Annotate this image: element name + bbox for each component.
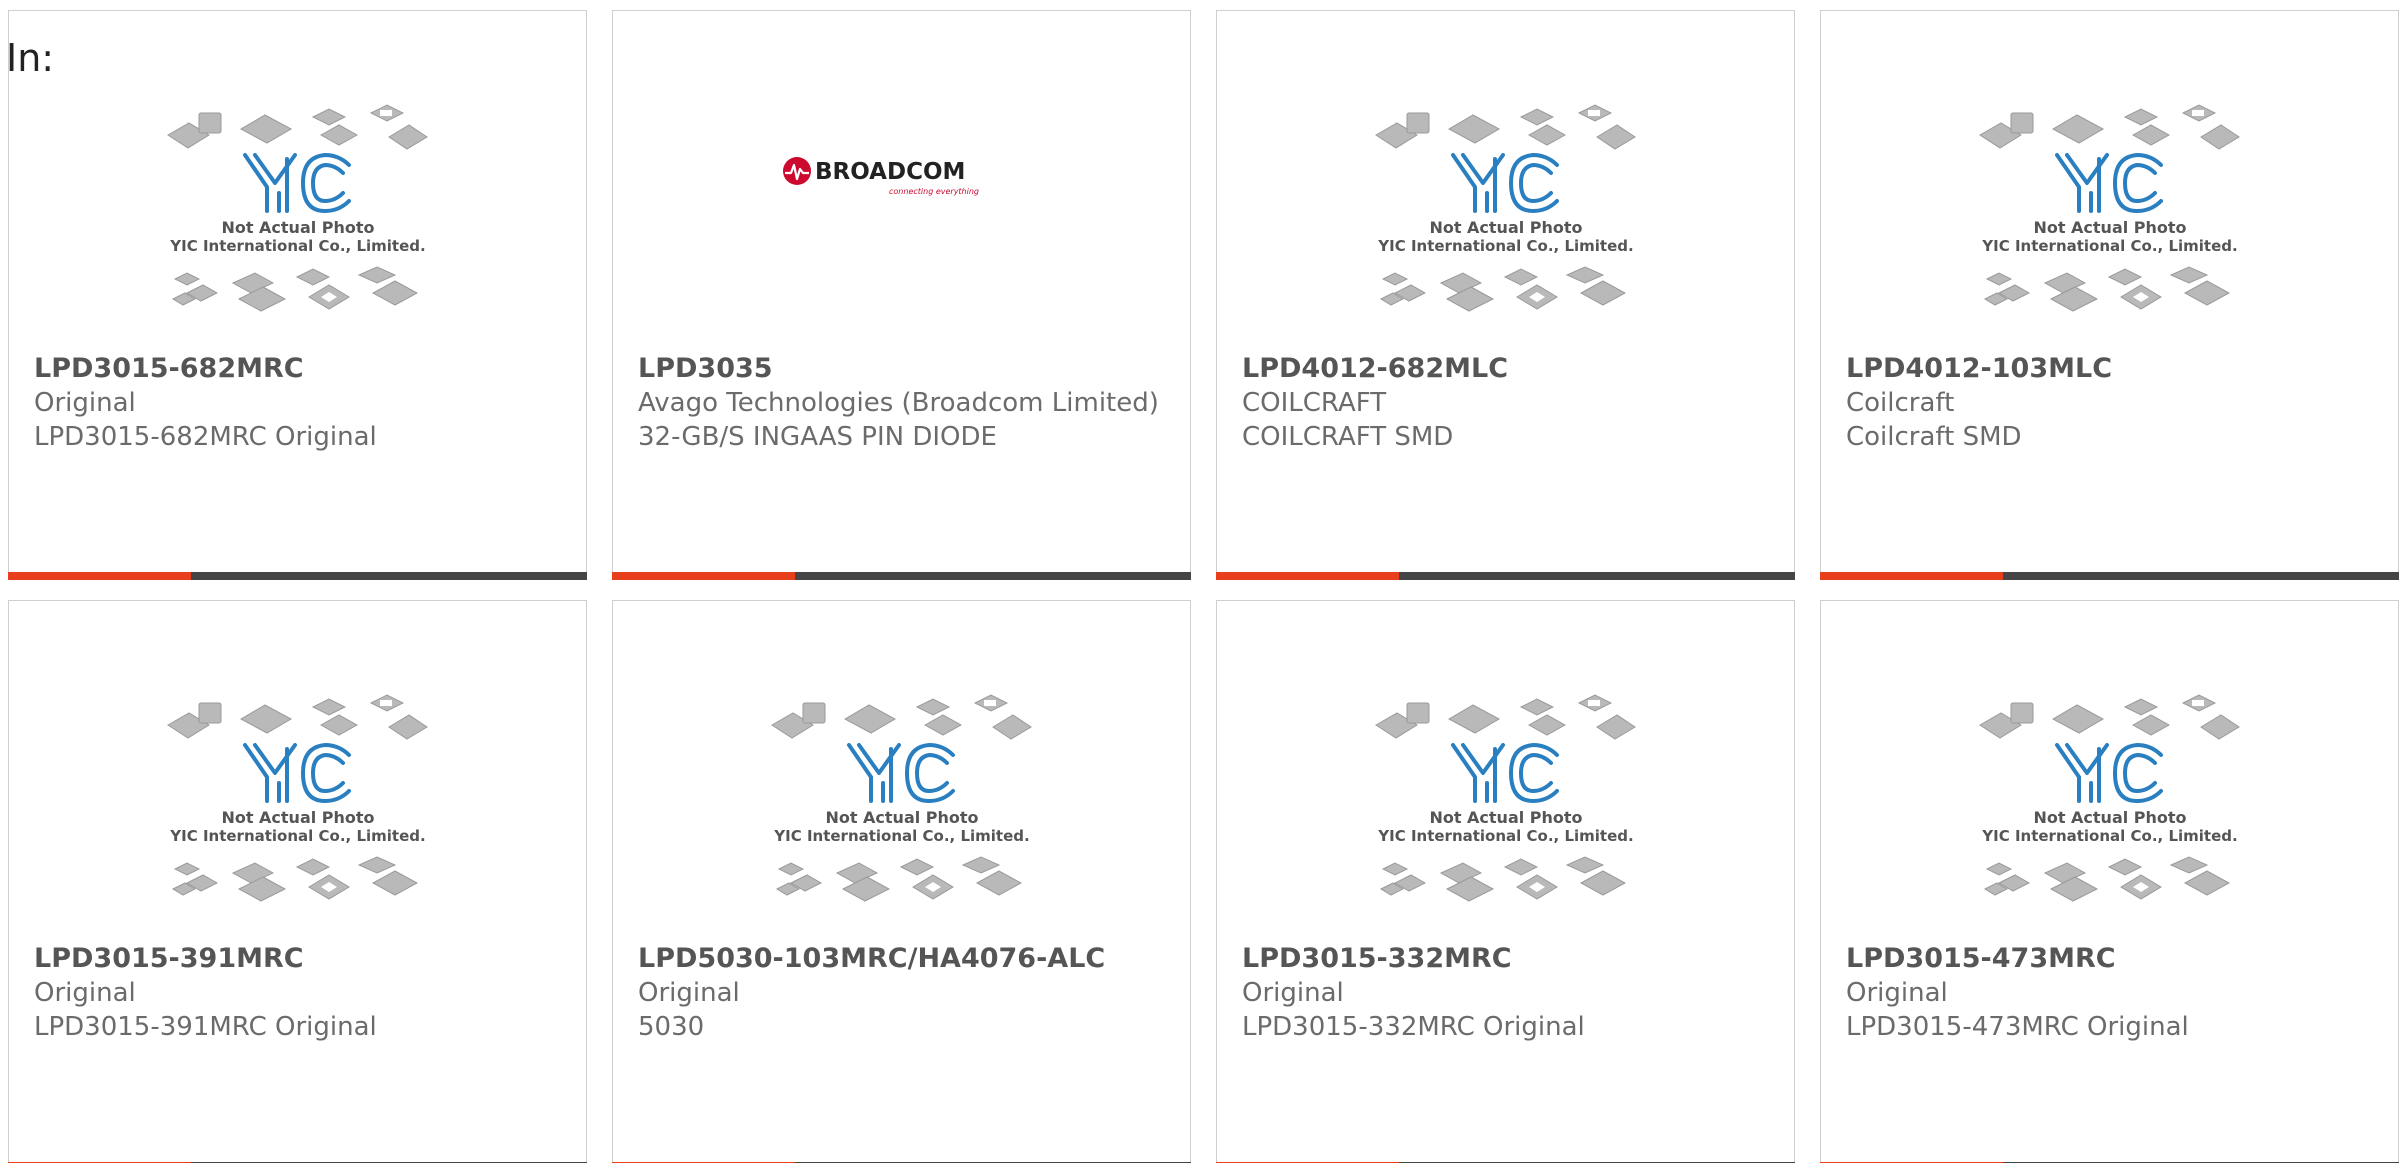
product-thumbnail: BROADCOM connecting everything [613, 93, 1190, 353]
manufacturer: Original [34, 978, 136, 1008]
part-number[interactable]: LPD3015-391MRC [34, 942, 566, 976]
card-bottom-bar [612, 572, 1191, 580]
product-info: LPD3035 Avago Technologies (Broadcom Limi… [638, 352, 1170, 454]
yic-placeholder-image: Not Actual Photo YIC International Co., … [770, 694, 1032, 902]
description: LPD3015-332MRC Original [1242, 1012, 1585, 1042]
description: 5030 [638, 1012, 705, 1042]
placeholder-caption-line1: Not Actual Photo [221, 218, 374, 237]
part-number[interactable]: LPD3015-332MRC [1242, 942, 1774, 976]
placeholder-caption-line2: YIC International Co., Limited. [1377, 237, 1633, 255]
product-thumbnail: Not Actual Photo YIC International Co., … [613, 683, 1190, 943]
broadcom-logo-name: BROADCOM [815, 159, 965, 185]
card-bottom-bar [8, 572, 587, 580]
placeholder-caption-line2: YIC International Co., Limited. [169, 237, 425, 255]
product-thumbnail: Not Actual Photo YIC International Co., … [1217, 683, 1794, 943]
manufacturer: Original [1242, 978, 1344, 1008]
placeholder-caption-line2: YIC International Co., Limited. [169, 827, 425, 845]
yic-placeholder-image: Not Actual Photo YIC International Co., … [1374, 694, 1636, 902]
product-card[interactable]: Not Actual Photo YIC International Co., … [1820, 10, 2399, 580]
card-accent-bar [612, 572, 795, 580]
placeholder-caption-line1: Not Actual Photo [221, 808, 374, 827]
card-accent-bar [1216, 572, 1399, 580]
placeholder-caption-line1: Not Actual Photo [1429, 808, 1582, 827]
product-thumbnail: Not Actual Photo YIC International Co., … [9, 683, 586, 943]
card-accent-bar [8, 572, 191, 580]
manufacturer: COILCRAFT [1242, 388, 1387, 418]
description: LPD3015-682MRC Original [34, 422, 377, 452]
product-thumbnail: Not Actual Photo YIC International Co., … [1821, 93, 2398, 353]
product-info: LPD3015-682MRC Original LPD3015-682MRC Ori… [34, 352, 566, 454]
product-thumbnail: Not Actual Photo YIC International Co., … [1821, 683, 2398, 943]
product-card[interactable]: Not Actual Photo YIC International Co., … [1216, 600, 1795, 1163]
manufacturer: Coilcraft [1846, 388, 1955, 418]
description: Coilcraft SMD [1846, 422, 2022, 452]
placeholder-caption-line2: YIC International Co., Limited. [1981, 237, 2237, 255]
filter-in-label: In: [6, 36, 55, 80]
placeholder-caption-line1: Not Actual Photo [1429, 218, 1582, 237]
card-accent-bar [1820, 572, 2003, 580]
placeholder-caption-line2: YIC International Co., Limited. [1377, 827, 1633, 845]
manufacturer: Original [638, 978, 740, 1008]
product-grid: Not Actual Photo YIC International Co., … [8, 10, 2400, 1163]
card-bottom-bar [1216, 572, 1795, 580]
product-card[interactable]: Not Actual Photo YIC International Co., … [612, 600, 1191, 1163]
broadcom-logo-tagline: connecting everything [889, 187, 979, 196]
product-info: LPD3015-391MRC Original LPD3015-391MRC Ori… [34, 942, 566, 1044]
product-info: LPD3015-332MRC Original LPD3015-332MRC Ori… [1242, 942, 1774, 1044]
yic-placeholder-image: Not Actual Photo YIC International Co., … [166, 694, 428, 902]
part-number[interactable]: LPD3015-473MRC [1846, 942, 2378, 976]
part-number[interactable]: LPD3015-682MRC [34, 352, 566, 386]
yic-placeholder-image: Not Actual Photo YIC International Co., … [1978, 104, 2240, 312]
product-card[interactable]: Not Actual Photo YIC International Co., … [8, 600, 587, 1163]
placeholder-caption-line1: Not Actual Photo [2033, 808, 2186, 827]
description: 32-GB/S INGAAS PIN DIODE [638, 422, 997, 452]
description: COILCRAFT SMD [1242, 422, 1454, 452]
part-number[interactable]: LPD3035 [638, 352, 1170, 386]
product-info: LPD5030-103MRC/HA4076-ALC Original 5030 [638, 942, 1170, 1044]
product-card[interactable]: BROADCOM connecting everything LPD3035 Av… [612, 10, 1191, 580]
product-card[interactable]: Not Actual Photo YIC International Co., … [1820, 600, 2399, 1163]
product-info: LPD4012-103MLC Coilcraft Coilcraft SMD [1846, 352, 2378, 454]
manufacturer: Original [34, 388, 136, 418]
product-info: LPD4012-682MLC COILCRAFT COILCRAFT SMD [1242, 352, 1774, 454]
description: LPD3015-473MRC Original [1846, 1012, 2189, 1042]
product-card[interactable]: Not Actual Photo YIC International Co., … [8, 10, 587, 580]
manufacturer: Avago Technologies (Broadcom Limited) [638, 388, 1159, 418]
placeholder-caption-line2: YIC International Co., Limited. [773, 827, 1029, 845]
product-results-page: In: Not Actual Photo YIC International C… [0, 0, 2400, 1163]
part-number[interactable]: LPD5030-103MRC/HA4076-ALC [638, 942, 1170, 976]
product-card[interactable]: Not Actual Photo YIC International Co., … [1216, 10, 1795, 580]
part-number[interactable]: LPD4012-682MLC [1242, 352, 1774, 386]
placeholder-caption-line1: Not Actual Photo [825, 808, 978, 827]
part-number[interactable]: LPD4012-103MLC [1846, 352, 2378, 386]
manufacturer: Original [1846, 978, 1948, 1008]
yic-placeholder-image: Not Actual Photo YIC International Co., … [1374, 104, 1636, 312]
product-thumbnail: Not Actual Photo YIC International Co., … [9, 93, 586, 353]
placeholder-caption-line1: Not Actual Photo [2033, 218, 2186, 237]
product-info: LPD3015-473MRC Original LPD3015-473MRC Ori… [1846, 942, 2378, 1044]
yic-placeholder-image: Not Actual Photo YIC International Co., … [166, 104, 428, 312]
description: LPD3015-391MRC Original [34, 1012, 377, 1042]
placeholder-caption-line2: YIC International Co., Limited. [1981, 827, 2237, 845]
yic-placeholder-image: Not Actual Photo YIC International Co., … [1978, 694, 2240, 902]
card-bottom-bar [1820, 572, 2399, 580]
broadcom-logo-image: BROADCOM connecting everything [782, 157, 979, 196]
product-thumbnail: Not Actual Photo YIC International Co., … [1217, 93, 1794, 353]
